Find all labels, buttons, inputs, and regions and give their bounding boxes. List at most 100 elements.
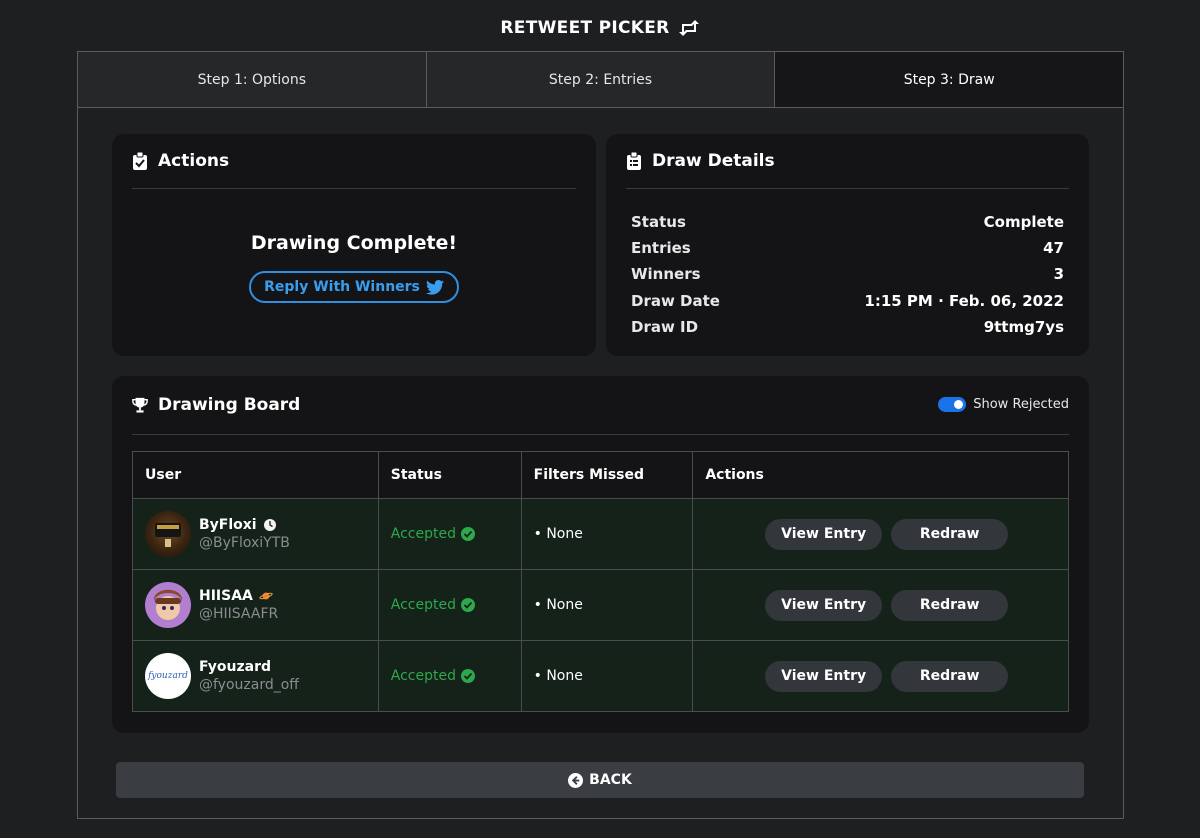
- table-row: ByFloxi @ByFloxiYTB Accepted • None View…: [132, 498, 1069, 570]
- show-rejected-control: Show Rejected: [938, 397, 1069, 412]
- trophy-icon: [132, 397, 148, 413]
- status-badge: Accepted: [391, 597, 521, 613]
- actions-cell: View Entry Redraw: [692, 640, 1069, 712]
- actions-cell: View Entry Redraw: [692, 569, 1069, 641]
- column-header-status: Status: [377, 451, 522, 499]
- column-header-actions: Actions: [692, 451, 1069, 499]
- tab-step-entries[interactable]: Step 2: Entries: [426, 52, 776, 107]
- actions-card: Actions Drawing Complete! Reply With Win…: [112, 134, 596, 356]
- detail-row-draw-id: Draw ID 9ttmg7ys: [631, 314, 1064, 340]
- drawing-status-text: Drawing Complete!: [250, 232, 458, 254]
- filters-missed-cell: • None: [520, 498, 694, 570]
- user-name-text: HIISAA: [199, 588, 253, 604]
- drawing-board-heading: Drawing Board: [132, 395, 300, 415]
- filters-missed-cell: • None: [520, 569, 694, 641]
- check-circle-icon: [460, 527, 475, 541]
- actions-divider: [132, 188, 576, 189]
- redraw-button[interactable]: Redraw: [891, 518, 1009, 550]
- reply-with-winners-label: Reply With Winners: [264, 279, 420, 295]
- drawing-board-card: Drawing Board Show Rejected User Status …: [112, 376, 1089, 733]
- clock-badge-icon: [263, 519, 276, 531]
- user-cell: HIISAA @HIISAAFR: [132, 569, 379, 641]
- detail-value: 9ttmg7ys: [983, 317, 1064, 336]
- detail-label: Winners: [631, 265, 701, 284]
- status-text: Accepted: [390, 668, 456, 684]
- avatar[interactable]: [145, 582, 191, 628]
- actions-heading: Actions: [132, 151, 229, 171]
- app-title: RETWEET PICKER: [0, 18, 1200, 38]
- table-row: HIISAA @HIISAAFR Accepted • None View En…: [132, 569, 1069, 641]
- view-entry-button[interactable]: View Entry: [765, 660, 883, 692]
- avatar[interactable]: fyouzard: [145, 653, 191, 699]
- detail-label: Draw ID: [631, 317, 699, 336]
- check-circle-icon: [460, 669, 475, 683]
- step-tabs: Step 1: Options Step 2: Entries Step 3: …: [78, 52, 1124, 108]
- check-circle-icon: [460, 598, 475, 612]
- app-title-text: RETWEET PICKER: [500, 18, 670, 38]
- user-name-text: Fyouzard: [199, 659, 272, 675]
- avatar[interactable]: [145, 511, 191, 557]
- reply-with-winners-button[interactable]: Reply With Winners: [249, 271, 459, 303]
- avatar-image: [155, 523, 181, 547]
- filters-missed-cell: • None: [520, 640, 694, 712]
- clipboard-list-icon: [627, 152, 641, 170]
- show-rejected-label: Show Rejected: [973, 397, 1069, 412]
- column-header-filters: Filters Missed: [520, 451, 694, 499]
- status-text: Accepted: [390, 526, 456, 542]
- draw-details-heading: Draw Details: [626, 151, 775, 171]
- status-cell: Accepted: [377, 640, 522, 712]
- detail-value: Complete: [983, 213, 1064, 232]
- user-handle[interactable]: @ByFloxiYTB: [199, 535, 290, 551]
- user-name: HIISAA: [199, 588, 278, 604]
- column-header-user: User: [132, 451, 379, 499]
- detail-row-entries: Entries 47: [631, 235, 1064, 261]
- user-name: ByFloxi: [199, 517, 290, 533]
- detail-value: 47: [1043, 239, 1064, 258]
- avatar-logo-text: fyouzard: [148, 671, 188, 681]
- drawing-board-divider: [132, 434, 1069, 435]
- draw-details-list: Status Complete Entries 47 Winners 3 Dra…: [631, 209, 1064, 340]
- avatar-image: [154, 589, 182, 620]
- view-entry-button[interactable]: View Entry: [765, 589, 883, 621]
- back-button[interactable]: BACK: [116, 762, 1084, 798]
- user-handle[interactable]: @fyouzard_off: [199, 677, 299, 693]
- redraw-button[interactable]: Redraw: [891, 660, 1009, 692]
- user-name: Fyouzard: [199, 659, 299, 675]
- user-cell: ByFloxi @ByFloxiYTB: [132, 498, 379, 570]
- detail-label: Entries: [631, 239, 691, 258]
- table-header-row: User Status Filters Missed Actions: [132, 451, 1069, 499]
- tab-step-options[interactable]: Step 1: Options: [78, 52, 427, 107]
- drawing-board-heading-text: Drawing Board: [158, 395, 301, 415]
- detail-label: Draw Date: [631, 291, 720, 310]
- clipboard-check-icon: [133, 152, 147, 170]
- detail-row-winners: Winners 3: [631, 261, 1064, 287]
- back-button-label: BACK: [589, 772, 632, 788]
- actions-heading-text: Actions: [158, 151, 230, 171]
- show-rejected-toggle[interactable]: [938, 397, 967, 412]
- detail-value: 1:15 PM · Feb. 06, 2022: [864, 291, 1064, 310]
- arrow-left-circle-icon: [568, 772, 584, 788]
- status-badge: Accepted: [391, 668, 521, 684]
- user-cell: fyouzard Fyouzard @fyouzard_off: [132, 640, 379, 712]
- user-name-text: ByFloxi: [199, 517, 257, 533]
- planet-badge-icon: [259, 592, 273, 600]
- user-handle[interactable]: @HIISAAFR: [199, 606, 278, 622]
- table-row: fyouzard Fyouzard @fyouzard_off Accepted…: [132, 640, 1069, 712]
- tab-step-draw[interactable]: Step 3: Draw: [775, 52, 1124, 107]
- status-badge: Accepted: [391, 526, 521, 542]
- status-cell: Accepted: [377, 569, 522, 641]
- status-cell: Accepted: [377, 498, 522, 570]
- actions-cell: View Entry Redraw: [692, 498, 1069, 570]
- status-text: Accepted: [390, 597, 456, 613]
- winners-table: User Status Filters Missed Actions ByFlo…: [132, 451, 1069, 712]
- draw-details-card: Draw Details Status Complete Entries 47 …: [606, 134, 1089, 356]
- twitter-icon: [425, 279, 444, 295]
- detail-row-status: Status Complete: [631, 209, 1064, 235]
- retweet-icon: [678, 20, 699, 36]
- view-entry-button[interactable]: View Entry: [765, 518, 883, 550]
- draw-details-heading-text: Draw Details: [652, 151, 775, 171]
- draw-details-divider: [626, 188, 1069, 189]
- redraw-button[interactable]: Redraw: [891, 589, 1009, 621]
- detail-row-draw-date: Draw Date 1:15 PM · Feb. 06, 2022: [631, 288, 1064, 314]
- wizard-frame: Step 1: Options Step 2: Entries Step 3: …: [77, 51, 1124, 819]
